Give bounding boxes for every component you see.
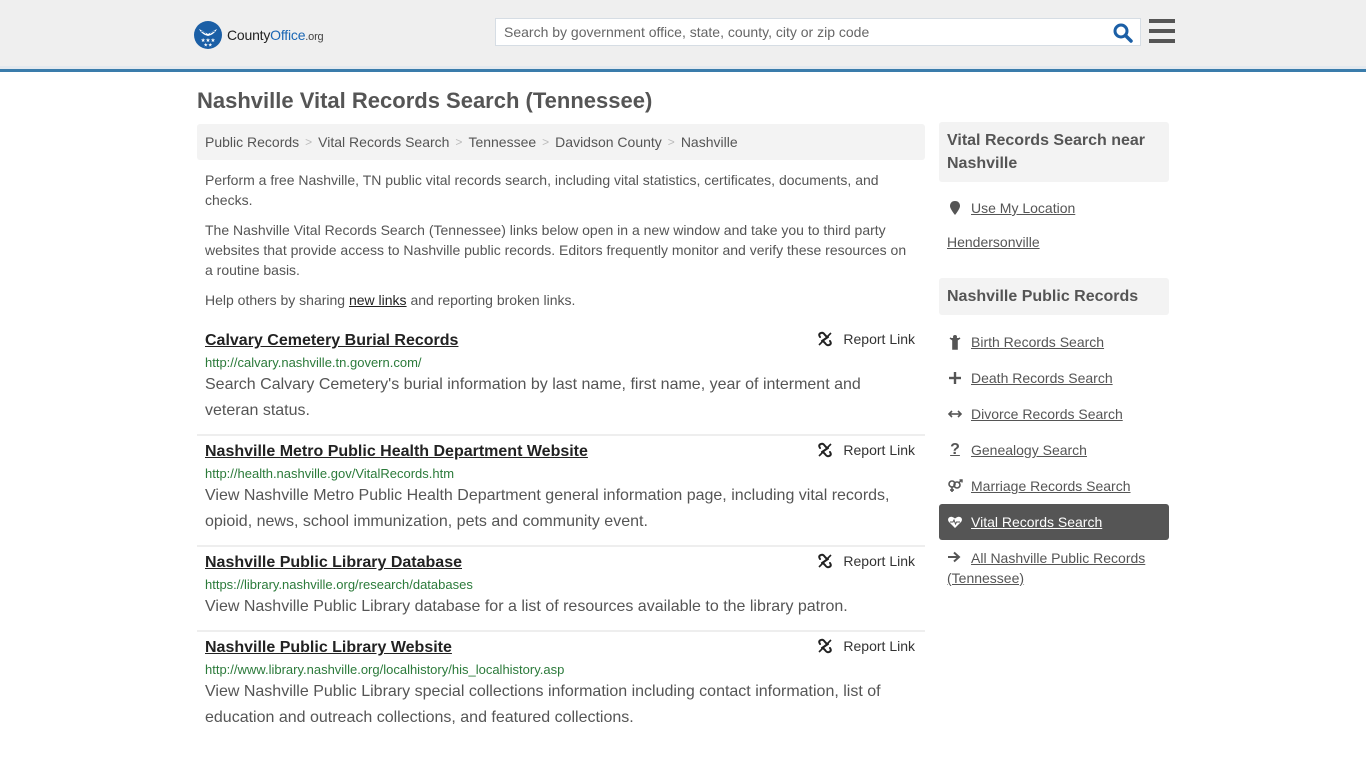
venus-mars-icon (947, 478, 963, 494)
result-item: Nashville Public Library Website Report … (197, 632, 925, 741)
result-url: http://health.nashville.gov/VitalRecords… (205, 466, 455, 481)
intro-paragraph-3: Help others by sharing new links and rep… (205, 290, 917, 310)
sidebar-item-marriage-records[interactable]: Marriage Records Search (939, 468, 1169, 504)
header-divider (0, 66, 1366, 69)
result-description: View Nashville Metro Public Health Depar… (205, 487, 890, 530)
all-public-records-link[interactable]: All Nashville Public Records (Tennessee) (939, 548, 1169, 588)
breadcrumb: Public Records > Vital Records Search > … (197, 124, 925, 160)
result-item: Nashville Metro Public Health Department… (197, 436, 925, 547)
heartbeat-icon (947, 514, 963, 530)
hamburger-menu-icon[interactable] (1149, 19, 1175, 43)
breadcrumb-tennessee[interactable]: Tennessee (468, 134, 536, 150)
cross-icon (947, 370, 963, 386)
search-icon (1113, 23, 1133, 43)
breadcrumb-nashville[interactable]: Nashville (681, 134, 738, 150)
result-description: View Nashville Public Library database f… (205, 598, 848, 615)
intro-text-after: and reporting broken links. (406, 292, 576, 308)
logo-wordmark: CountyOffice.org (227, 27, 324, 43)
new-links-link[interactable]: new links (349, 292, 407, 308)
intro-text-before: Help others by sharing (205, 292, 349, 308)
logo-county: County (227, 27, 271, 43)
results-list: Calvary Cemetery Burial Records Report L… (197, 325, 925, 741)
result-item: Calvary Cemetery Burial Records Report L… (197, 325, 925, 436)
breadcrumb-public-records[interactable]: Public Records (205, 134, 299, 150)
sidebar-item-label: Marriage Records Search (971, 478, 1131, 494)
nearby-city-hendersonville[interactable]: Hendersonville (939, 232, 1169, 252)
broken-link-icon (818, 553, 833, 569)
breadcrumb-separator: > (667, 135, 675, 149)
question-icon: ? (950, 441, 960, 458)
sidebar-item-genealogy[interactable]: ? Genealogy Search (939, 432, 1169, 468)
search-input[interactable] (496, 19, 1106, 45)
broken-link-icon (818, 331, 833, 347)
sidebar-heading-public-records: Nashville Public Records (939, 278, 1169, 315)
intro-paragraph-1: Perform a free Nashville, TN public vita… (205, 172, 879, 208)
sidebar-heading-nearby: Vital Records Search near Nashville (939, 122, 1169, 182)
report-link-button[interactable]: Report Link (817, 553, 915, 569)
use-my-location-link[interactable]: Use My Location (939, 190, 1169, 226)
result-title-link[interactable]: Nashville Public Library Website (205, 637, 452, 659)
logo-office: Office (270, 27, 306, 43)
breadcrumb-separator: > (542, 135, 550, 149)
search-box (495, 18, 1141, 46)
report-link-label: Report Link (843, 442, 915, 458)
sidebar-item-death-records[interactable]: Death Records Search (939, 360, 1169, 396)
report-link-label: Report Link (843, 331, 915, 347)
report-link-button[interactable]: Report Link (817, 442, 915, 458)
report-link-label: Report Link (843, 553, 915, 569)
sidebar-item-label: Birth Records Search (971, 334, 1105, 350)
sidebar: Vital Records Search near Nashville Use … (939, 122, 1169, 588)
sidebar-item-label: Death Records Search (971, 370, 1113, 386)
use-my-location-label: Use My Location (971, 200, 1076, 216)
all-public-records-label: All Nashville Public Records (Tennessee) (947, 550, 1146, 586)
result-title-link[interactable]: Nashville Public Library Database (205, 552, 462, 574)
result-title-link[interactable]: Nashville Metro Public Health Department… (205, 441, 588, 463)
result-url: http://www.library.nashville.org/localhi… (205, 662, 565, 677)
map-marker-icon (947, 200, 963, 216)
intro-text: Perform a free Nashville, TN public vita… (205, 170, 917, 320)
sidebar-item-birth-records[interactable]: Birth Records Search (939, 324, 1169, 360)
result-item: Nashville Public Library Database Report… (197, 547, 925, 632)
result-title-link[interactable]: Calvary Cemetery Burial Records (205, 330, 458, 352)
report-link-button[interactable]: Report Link (817, 638, 915, 654)
result-url: https://library.nashville.org/research/d… (205, 577, 473, 592)
broken-link-icon (818, 638, 833, 654)
page-title: Nashville Vital Records Search (Tennesse… (197, 88, 653, 113)
search-button[interactable] (1112, 22, 1134, 44)
arrows-horizontal-icon (947, 406, 963, 422)
breadcrumb-vital-records-search[interactable]: Vital Records Search (318, 134, 449, 150)
report-link-button[interactable]: Report Link (817, 331, 915, 347)
broken-link-icon (818, 442, 833, 458)
svg-text:★★: ★★ (204, 43, 213, 49)
arrow-right-icon (947, 548, 963, 568)
breadcrumb-separator: > (305, 135, 313, 149)
sidebar-item-label: Genealogy Search (971, 442, 1087, 458)
logo-org: .org (305, 31, 324, 43)
sidebar-item-label: Vital Records Search (971, 514, 1103, 530)
intro-paragraph-2: The Nashville Vital Records Search (Tenn… (205, 222, 907, 278)
sidebar-item-vital-records[interactable]: Vital Records Search (939, 504, 1169, 540)
result-description: Search Calvary Cemetery's burial informa… (205, 376, 861, 419)
result-url: http://calvary.nashville.tn.govern.com/ (205, 355, 422, 370)
breadcrumb-davidson-county[interactable]: Davidson County (555, 134, 662, 150)
breadcrumb-separator: > (455, 135, 463, 149)
eagle-stars-logo-icon: ★★★ ★★ (194, 21, 222, 49)
report-link-label: Report Link (843, 638, 915, 654)
child-icon (947, 334, 963, 350)
result-description: View Nashville Public Library special co… (205, 683, 881, 726)
sidebar-item-label: Divorce Records Search (971, 406, 1123, 422)
sidebar-item-divorce-records[interactable]: Divorce Records Search (939, 396, 1169, 432)
site-logo[interactable]: ★★★ ★★ CountyOffice.org (194, 21, 324, 49)
